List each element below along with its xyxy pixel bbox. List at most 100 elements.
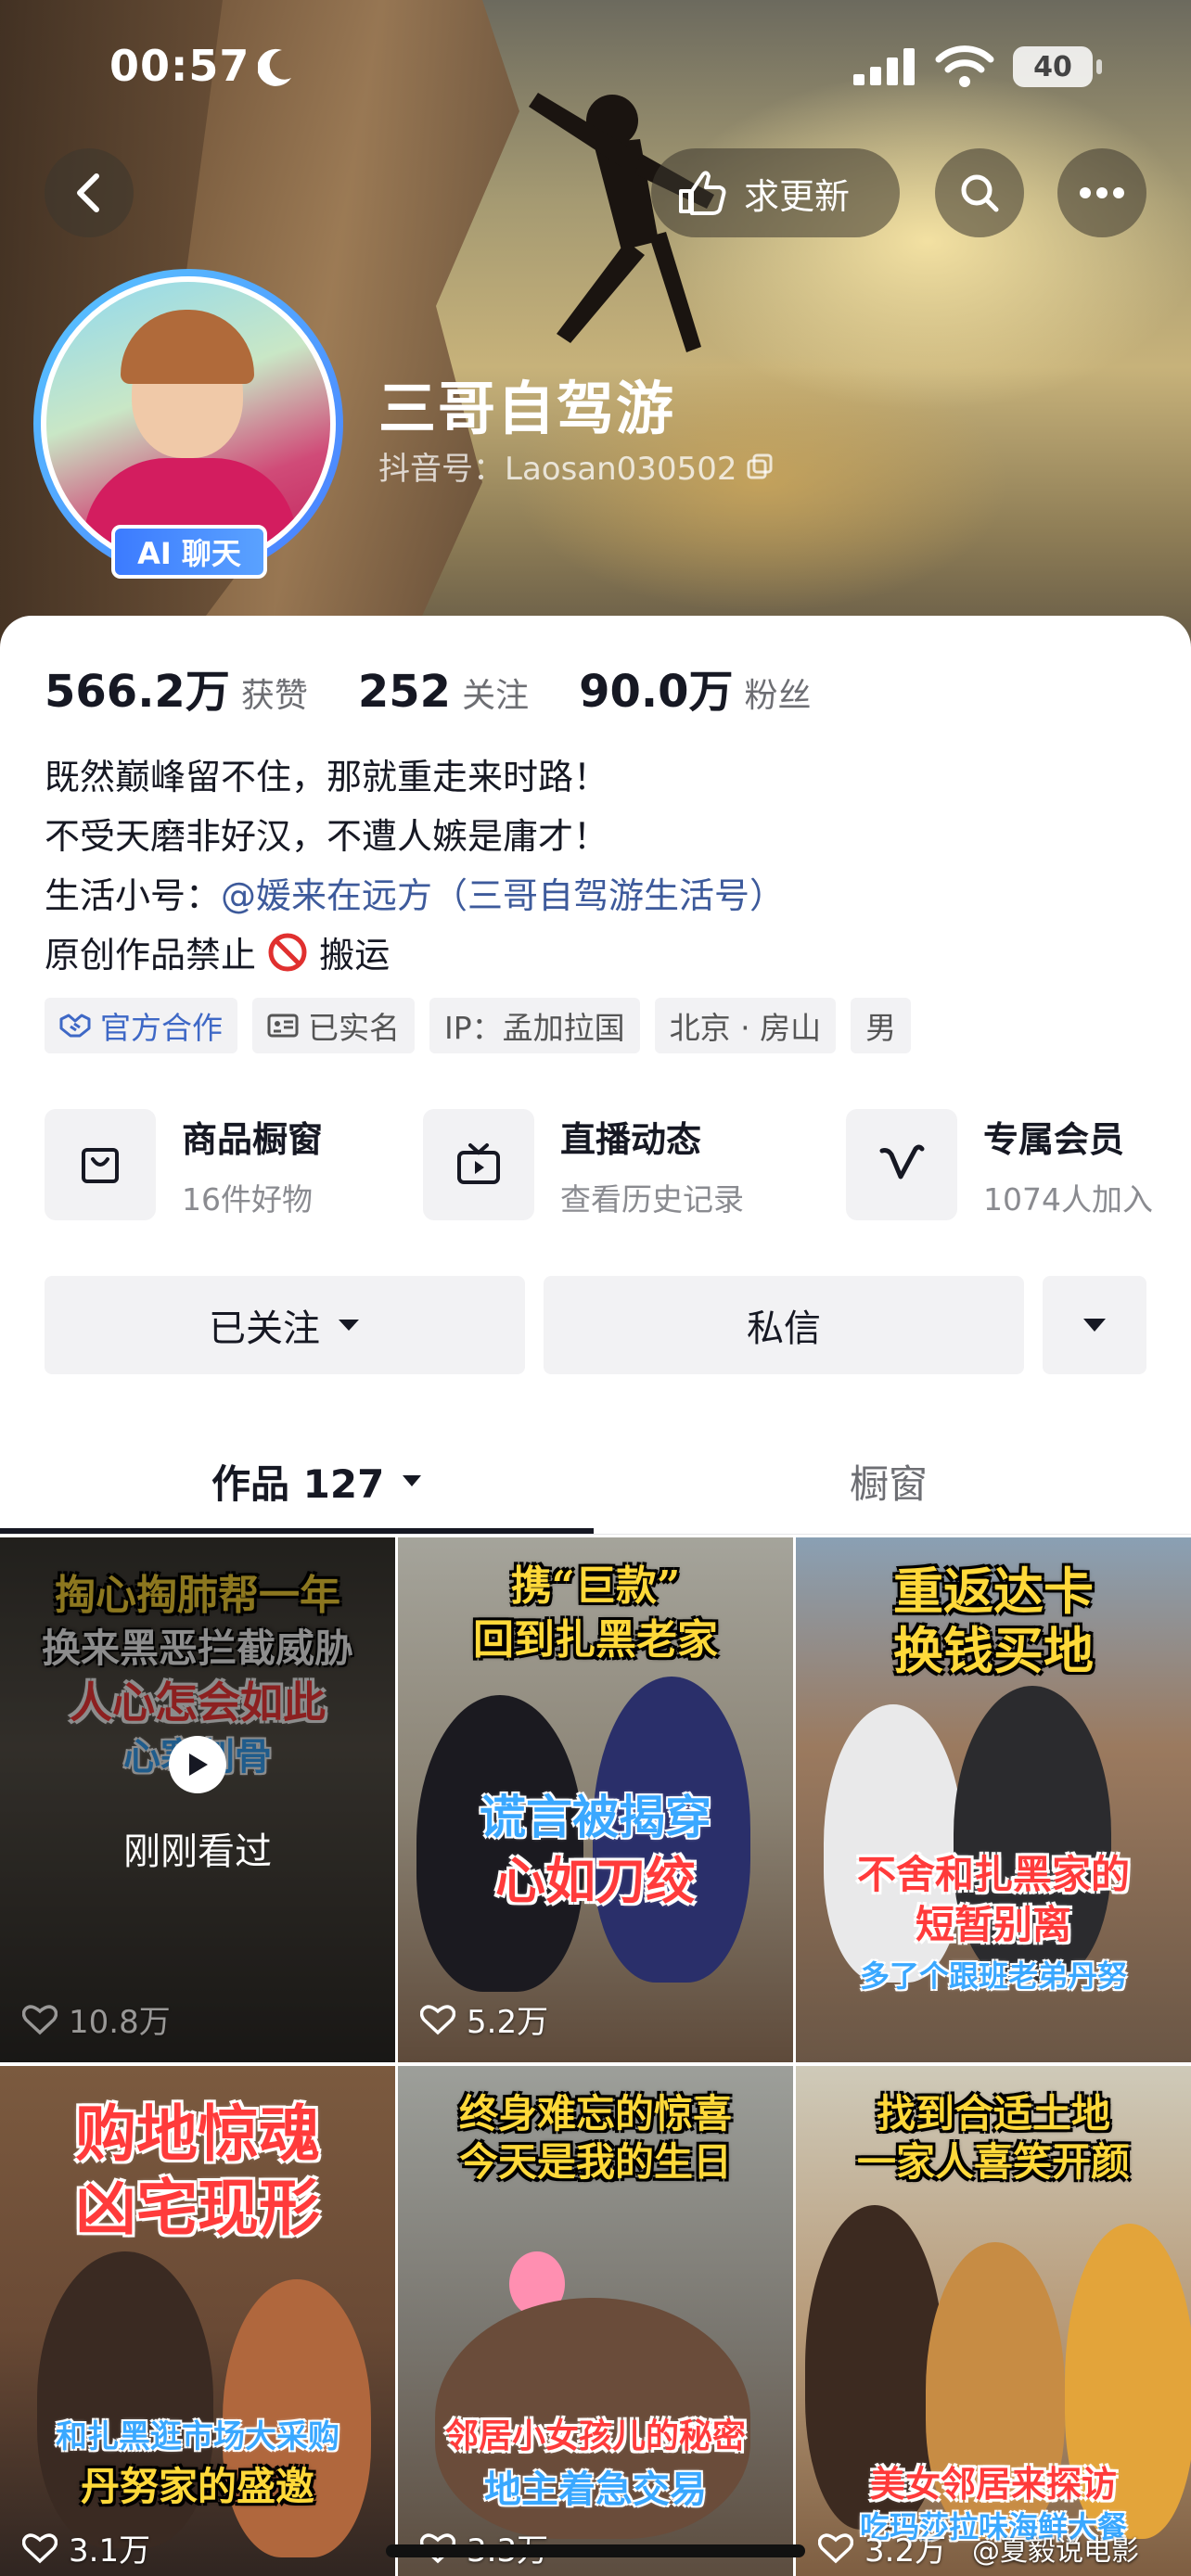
play-icon: [189, 1753, 208, 1776]
watched-overlay: [0, 1537, 395, 2062]
following-label[interactable]: 关注: [462, 669, 529, 717]
video-card[interactable]: 找到合适土地 一家人喜笑开颜 美女邻居来探访 吃玛莎拉味海鲜大餐 3.2万: [796, 2066, 1191, 2576]
avatar-hair: [121, 310, 254, 384]
chevron-left-icon: [77, 173, 99, 212]
video-caption-2: 回到扎黑老家: [473, 1616, 718, 1664]
video-caption-2: 一家人喜笑开颜: [856, 2139, 1130, 2185]
heart-icon: [420, 2004, 455, 2034]
video-likes: 10.8万: [22, 1996, 171, 2042]
more-dots-icon: [1080, 187, 1124, 198]
message-button[interactable]: 私信: [544, 1276, 1024, 1374]
video-likes-count: 5.2万: [467, 2004, 549, 2041]
tag-gender: 男: [851, 998, 912, 1053]
back-button[interactable]: [45, 148, 134, 237]
secondary-account-link[interactable]: @媛来在远方（三哥自驾游生活号）: [221, 875, 785, 916]
followed-label: 已关注: [209, 1307, 320, 1350]
service-icon-box: [423, 1109, 534, 1220]
tag-label: 官方合作: [100, 1010, 223, 1046]
followers-count[interactable]: 90.0万: [579, 655, 733, 720]
service-shop-window[interactable]: 商品橱窗 16件好物: [45, 1109, 323, 1220]
home-indicator[interactable]: [386, 2544, 805, 2557]
bio-line-3: 生活小号：@媛来在远方（三哥自驾游生活号）: [45, 866, 785, 925]
battery-tip: [1096, 59, 1102, 74]
video-caption-4: 丹努家的盛邀: [80, 2464, 314, 2509]
video-likes-count: 3.2万: [864, 2532, 947, 2570]
video-caption-3: 美女邻居来探访: [869, 2463, 1117, 2505]
video-likes: 5.2万: [420, 1996, 548, 2042]
message-label: 私信: [747, 1307, 821, 1350]
douyin-id-text: 抖音号：Laosan030502: [378, 451, 737, 488]
video-card[interactable]: 重返达卡 换钱买地 不舍和扎黑家的 短暂别离 多了个跟班老弟丹努: [796, 1537, 1191, 2062]
heart-icon: [22, 2004, 58, 2034]
video-likes-count: 3.1万: [69, 2532, 151, 2570]
tab-divider: [0, 1534, 1191, 1535]
followed-button[interactable]: 已关注: [45, 1276, 525, 1374]
more-button[interactable]: [1057, 148, 1146, 237]
request-update-button[interactable]: 求更新: [651, 148, 900, 237]
profile-actions: 已关注 私信: [45, 1276, 1146, 1374]
video-card[interactable]: 购地惊魂 凶宅现形 和扎黑逛市场大采购 丹努家的盛邀 3.1万: [0, 2066, 395, 2576]
following-count[interactable]: 252: [358, 666, 451, 718]
request-update-label: 求更新: [744, 175, 851, 217]
profile-bio: 既然巅峰留不住，那就重走来时路！ 不受天磨非好汉，不遭人嫉是庸才！ 生活小号：@…: [45, 747, 785, 985]
video-caption-3: 不舍和扎黑家的: [856, 1852, 1130, 1897]
play-button[interactable]: [169, 1736, 226, 1793]
bio-line-3-prefix: 生活小号：: [45, 875, 222, 916]
video-likes: 3.1万: [22, 2525, 150, 2570]
caret-down-icon: [403, 1475, 422, 1486]
profile-tags: 官方合作 已实名 IP：孟加拉国 北京 · 房山 男: [45, 998, 912, 1053]
douyin-id[interactable]: 抖音号：Laosan030502: [378, 443, 774, 489]
tag-official-cooperation[interactable]: 官方合作: [45, 998, 237, 1053]
video-caption-1: 携“巨款”: [510, 1562, 681, 1610]
profile-services: 商品橱窗 16件好物 直播动态 查看历史记录 专属会员 1074人加入: [45, 1109, 1158, 1220]
tab-works-label: 作品 127: [211, 1460, 385, 1507]
video-card[interactable]: 掏心掏肺帮一年 换来黑恶拦截威胁 人心怎会如此 心寒刺骨 刚刚看过 10.8万: [0, 1537, 395, 2062]
vip-v-icon: [879, 1144, 925, 1180]
video-caption-4: 地主着急交易: [484, 2468, 707, 2511]
tag-city: 北京 · 房山: [654, 998, 837, 1053]
tab-showcase[interactable]: 橱窗: [850, 1428, 928, 1534]
wifi-icon: [935, 45, 994, 87]
tag-verified[interactable]: 已实名: [252, 998, 415, 1053]
video-caption-5: 多了个跟班老弟丹努: [859, 1958, 1127, 1994]
search-icon: [961, 174, 999, 212]
tab-works[interactable]: 作品 127: [211, 1428, 423, 1534]
service-icon-box: [846, 1109, 957, 1220]
copy-icon[interactable]: [746, 453, 774, 480]
likes-count: 566.2万: [45, 666, 230, 718]
service-icon-box: [45, 1109, 156, 1220]
search-button[interactable]: [935, 148, 1024, 237]
video-caption-3: 谎言被揭穿: [480, 1790, 711, 1844]
followers-label[interactable]: 粉丝: [745, 669, 812, 717]
more-actions-button[interactable]: [1043, 1276, 1146, 1374]
service-subtitle: 1074人加入: [983, 1180, 1153, 1218]
caret-down-icon: [1083, 1319, 1106, 1332]
moon-icon: [258, 48, 291, 86]
profile-stats: 566.2万 获赞 252 关注 90.0万 粉丝: [45, 655, 862, 720]
caret-down-icon: [339, 1320, 359, 1331]
bio-line-4-after: 搬运: [319, 935, 391, 976]
pointing-hand-icon: [679, 171, 726, 215]
service-membership[interactable]: 专属会员 1074人加入: [846, 1109, 1153, 1220]
video-caption-2: 凶宅现形: [75, 2172, 320, 2244]
video-card[interactable]: 终身难忘的惊喜 今天是我的生日 邻居小女孩儿的秘密 地主着急交易 3.3万: [398, 2066, 793, 2576]
status-time: 00:57: [109, 41, 250, 91]
tag-ip-location: IP：孟加拉国: [429, 998, 640, 1053]
video-likes-count: 10.8万: [69, 2004, 171, 2041]
shopping-bag-icon: [82, 1148, 119, 1183]
video-caption-2: 换钱买地: [893, 1621, 1094, 1680]
tag-label: 已实名: [308, 1010, 400, 1046]
tag-label: IP：孟加拉国: [444, 1010, 625, 1046]
handshake-icon: [59, 1014, 91, 1038]
heart-icon: [22, 2532, 58, 2563]
service-live-history[interactable]: 直播动态 查看历史记录: [423, 1109, 744, 1220]
video-caption-2: 今天是我的生日: [458, 2139, 732, 2185]
id-card-icon: [267, 1014, 299, 1038]
profile-nickname: 三哥自驾游: [378, 375, 676, 442]
bio-line-4: 原创作品禁止 搬运: [45, 925, 785, 985]
ai-chat-badge[interactable]: AI 聊天: [111, 525, 267, 579]
video-card[interactable]: 携“巨款” 回到扎黑老家 谎言被揭穿 心如刀绞 5.2万: [398, 1537, 793, 2062]
video-caption-3: 邻居小女孩儿的秘密: [444, 2417, 746, 2455]
service-subtitle: 16件好物: [182, 1180, 313, 1218]
watermark-text: @夏毅说电影: [972, 2535, 1139, 2568]
